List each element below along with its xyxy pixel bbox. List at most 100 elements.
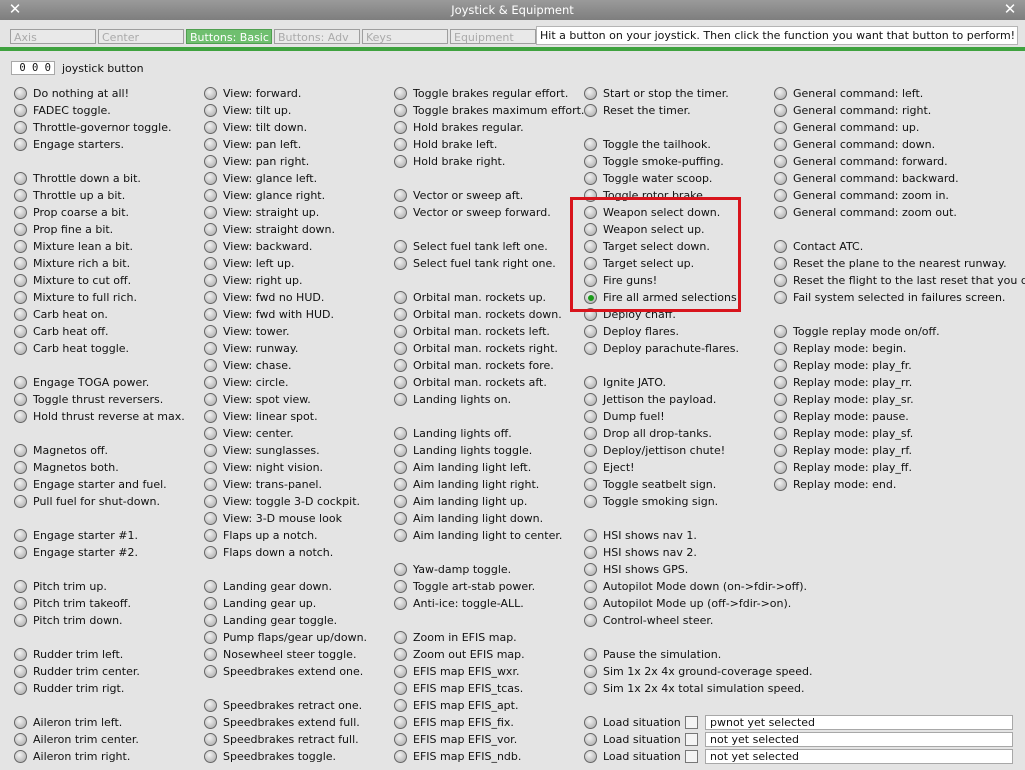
- command-option[interactable]: Fire guns!: [584, 273, 657, 288]
- command-option[interactable]: Toggle water scoop.: [584, 171, 712, 186]
- command-option[interactable]: View: center.: [204, 426, 294, 441]
- command-option[interactable]: Landing gear toggle.: [204, 613, 337, 628]
- command-option[interactable]: Load situation: [584, 749, 681, 764]
- command-option[interactable]: Aileron trim center.: [14, 732, 139, 747]
- command-option[interactable]: Vector or sweep forward.: [394, 205, 551, 220]
- command-option[interactable]: Replay mode: play_fr.: [774, 358, 912, 373]
- radio-icon[interactable]: [14, 546, 27, 559]
- radio-icon[interactable]: [204, 87, 217, 100]
- command-option[interactable]: EFIS map EFIS_apt.: [394, 698, 518, 713]
- command-option[interactable]: Toggle brakes maximum effort.: [394, 103, 584, 118]
- command-option[interactable]: EFIS map EFIS_ndb.: [394, 749, 521, 764]
- radio-icon[interactable]: [774, 461, 787, 474]
- command-option[interactable]: Carb heat on.: [14, 307, 108, 322]
- radio-icon[interactable]: [14, 138, 27, 151]
- command-option[interactable]: Replay mode: play_ff.: [774, 460, 912, 475]
- command-option[interactable]: Prop coarse a bit.: [14, 205, 129, 220]
- command-option[interactable]: View: pan right.: [204, 154, 309, 169]
- command-option[interactable]: HSI shows GPS.: [584, 562, 688, 577]
- radio-icon[interactable]: [394, 240, 407, 253]
- command-option[interactable]: Deploy parachute-flares.: [584, 341, 739, 356]
- command-option[interactable]: Rudder trim rigt.: [14, 681, 124, 696]
- radio-icon[interactable]: [204, 614, 217, 627]
- command-option[interactable]: Toggle art-stab power.: [394, 579, 535, 594]
- command-option[interactable]: View: glance right.: [204, 188, 325, 203]
- radio-icon[interactable]: [584, 138, 597, 151]
- radio-icon[interactable]: [394, 155, 407, 168]
- radio-icon[interactable]: [774, 257, 787, 270]
- situation-checkbox[interactable]: [685, 750, 698, 763]
- radio-icon[interactable]: [14, 682, 27, 695]
- command-option[interactable]: Orbital man. rockets up.: [394, 290, 546, 305]
- radio-icon[interactable]: [14, 597, 27, 610]
- command-option[interactable]: Toggle brakes regular effort.: [394, 86, 568, 101]
- command-option[interactable]: View: night vision.: [204, 460, 323, 475]
- command-option[interactable]: View: spot view.: [204, 392, 311, 407]
- command-option[interactable]: Pump flaps/gear up/down.: [204, 630, 367, 645]
- command-option[interactable]: Speedbrakes retract one.: [204, 698, 362, 713]
- situation-checkbox[interactable]: [685, 716, 698, 729]
- command-option[interactable]: View: chase.: [204, 358, 291, 373]
- radio-icon[interactable]: [14, 274, 27, 287]
- radio-icon[interactable]: [204, 189, 217, 202]
- radio-icon[interactable]: [394, 138, 407, 151]
- command-option[interactable]: Orbital man. rockets right.: [394, 341, 558, 356]
- command-option[interactable]: HSI shows nav 2.: [584, 545, 697, 560]
- command-option[interactable]: Select fuel tank left one.: [394, 239, 548, 254]
- command-option[interactable]: View: runway.: [204, 341, 298, 356]
- radio-icon[interactable]: [204, 461, 217, 474]
- radio-icon[interactable]: [774, 342, 787, 355]
- radio-icon[interactable]: [774, 325, 787, 338]
- radio-icon[interactable]: [774, 87, 787, 100]
- command-option[interactable]: Prop fine a bit.: [14, 222, 113, 237]
- command-option[interactable]: Toggle replay mode on/off.: [774, 324, 940, 339]
- command-option[interactable]: Replay mode: end.: [774, 477, 896, 492]
- command-option[interactable]: View: linear spot.: [204, 409, 318, 424]
- command-option[interactable]: Speedbrakes extend full.: [204, 715, 360, 730]
- command-option[interactable]: View: glance left.: [204, 171, 317, 186]
- command-option[interactable]: Landing lights toggle.: [394, 443, 532, 458]
- command-option[interactable]: View: fwd with HUD.: [204, 307, 334, 322]
- command-option[interactable]: Aim landing light right.: [394, 477, 539, 492]
- command-option[interactable]: View: right up.: [204, 273, 303, 288]
- radio-icon[interactable]: [394, 325, 407, 338]
- radio-icon[interactable]: [584, 308, 597, 321]
- radio-icon[interactable]: [14, 206, 27, 219]
- command-option[interactable]: EFIS map EFIS_tcas.: [394, 681, 523, 696]
- command-option[interactable]: Zoom in EFIS map.: [394, 630, 517, 645]
- radio-icon[interactable]: [584, 580, 597, 593]
- command-option[interactable]: Orbital man. rockets left.: [394, 324, 550, 339]
- radio-icon[interactable]: [204, 359, 217, 372]
- command-option[interactable]: View: straight down.: [204, 222, 335, 237]
- command-option[interactable]: View: tilt down.: [204, 120, 307, 135]
- command-option[interactable]: Orbital man. rockets fore.: [394, 358, 554, 373]
- command-option[interactable]: Pitch trim up.: [14, 579, 107, 594]
- command-option[interactable]: Orbital man. rockets down.: [394, 307, 562, 322]
- command-option[interactable]: Engage starter #2.: [14, 545, 138, 560]
- radio-icon[interactable]: [204, 495, 217, 508]
- radio-icon[interactable]: [14, 665, 27, 678]
- command-option[interactable]: EFIS map EFIS_fix.: [394, 715, 514, 730]
- radio-icon[interactable]: [584, 614, 597, 627]
- radio-icon[interactable]: [394, 121, 407, 134]
- radio-icon[interactable]: [204, 223, 217, 236]
- radio-icon[interactable]: [204, 274, 217, 287]
- radio-icon[interactable]: [204, 240, 217, 253]
- radio-icon[interactable]: [774, 274, 787, 287]
- radio-icon[interactable]: [394, 563, 407, 576]
- radio-icon[interactable]: [14, 240, 27, 253]
- radio-icon[interactable]: [584, 325, 597, 338]
- radio-icon[interactable]: [394, 716, 407, 729]
- command-option[interactable]: Landing gear down.: [204, 579, 332, 594]
- command-option[interactable]: Autopilot Mode down (on->fdir->off).: [584, 579, 807, 594]
- command-option[interactable]: Speedbrakes retract full.: [204, 732, 359, 747]
- command-option[interactable]: Toggle the tailhook.: [584, 137, 711, 152]
- radio-icon[interactable]: [774, 393, 787, 406]
- command-option[interactable]: Autopilot Mode up (off->fdir->on).: [584, 596, 791, 611]
- radio-icon[interactable]: [14, 750, 27, 763]
- command-option[interactable]: Aileron trim left.: [14, 715, 122, 730]
- command-option[interactable]: Aim landing light up.: [394, 494, 527, 509]
- radio-icon[interactable]: [394, 750, 407, 763]
- command-option[interactable]: Engage starters.: [14, 137, 124, 152]
- radio-icon[interactable]: [584, 750, 597, 763]
